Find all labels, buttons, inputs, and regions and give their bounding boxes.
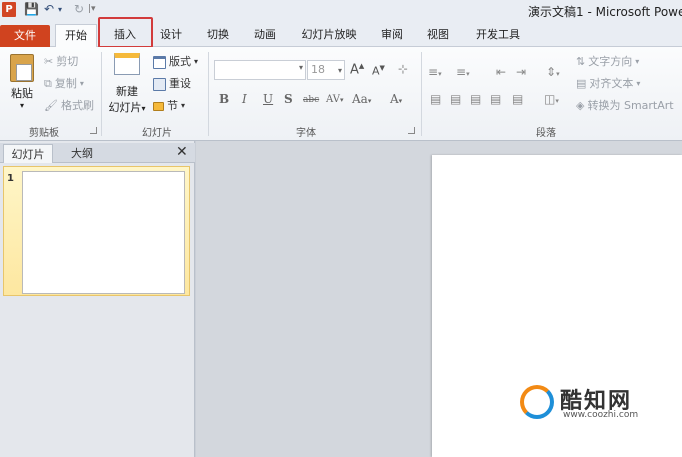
italic-icon[interactable]: I (242, 92, 247, 106)
tab-slides[interactable]: 幻灯片 (3, 144, 53, 163)
tab-view[interactable]: 视图 (422, 24, 454, 46)
smartart-icon: ◈ (576, 99, 585, 112)
clear-formatting-icon[interactable]: ⊹ (398, 62, 408, 76)
align-text-button[interactable]: ▤ 对齐文本 ▾ (576, 75, 640, 93)
format-painter-icon: 🖌 (44, 99, 58, 112)
new-slide-label-1: 新建 (116, 85, 138, 98)
group-separator (421, 52, 422, 136)
convert-smartart-label: 转换为 SmartArt (587, 99, 674, 112)
redo-icon[interactable]: ↻ (74, 1, 84, 18)
tab-animations[interactable]: 动画 (249, 24, 281, 46)
save-icon[interactable]: 💾 (24, 1, 39, 18)
change-case-icon[interactable]: Aa▾ (352, 92, 371, 106)
group-separator (208, 52, 209, 136)
strikethrough-icon[interactable]: abc (303, 95, 319, 105)
insert-tab-highlight-box (98, 17, 153, 48)
new-slide-label-2: 幻灯片▾ (108, 101, 146, 114)
undo-dropdown-icon[interactable]: ▾ (58, 1, 62, 18)
format-painter-button[interactable]: 🖌 格式刷 (44, 97, 94, 115)
tab-home[interactable]: 开始 (55, 24, 97, 48)
copy-icon: ⧉ (44, 77, 52, 90)
copy-label: 复制 (54, 77, 77, 90)
columns-icon[interactable]: ◫▾ (544, 92, 559, 106)
format-painter-label: 格式刷 (60, 99, 94, 112)
tab-review[interactable]: 审阅 (376, 24, 408, 46)
text-direction-label: 文字方向 (588, 55, 633, 68)
scissors-icon: ✂ (44, 55, 54, 68)
group-separator (101, 52, 102, 136)
paste-icon (10, 54, 34, 82)
text-direction-button[interactable]: ⇅ 文字方向 ▾ (576, 53, 639, 71)
new-slide-button[interactable]: 新建 幻灯片▾ (104, 53, 150, 115)
font-color-icon[interactable]: A▾ (390, 92, 402, 106)
undo-icon[interactable]: ↶ (44, 1, 54, 18)
reset-icon (153, 77, 166, 91)
section-button[interactable]: 节 ▾ (153, 97, 185, 115)
align-text-icon: ▤ (576, 77, 587, 90)
new-slide-icon (114, 53, 140, 75)
font-launcher-icon[interactable] (408, 127, 415, 134)
bold-icon[interactable]: B (219, 92, 229, 106)
paste-button[interactable]: 粘贴 ▾ (6, 54, 38, 110)
tab-slideshow[interactable]: 幻灯片放映 (298, 24, 360, 46)
copy-button[interactable]: ⧉ 复制 ▾ (44, 75, 84, 93)
paragraph-group-label: 段落 (536, 128, 556, 139)
increase-indent-icon[interactable]: ⇥ (516, 65, 526, 79)
grow-font-icon[interactable]: A▲ (350, 62, 364, 77)
numbering-icon[interactable]: ≡▾ (456, 65, 470, 79)
character-spacing-icon[interactable]: AV▾ (326, 94, 343, 105)
convert-smartart-button[interactable]: ◈ 转换为 SmartArt (576, 97, 674, 115)
tab-transitions[interactable]: 切换 (202, 24, 234, 46)
text-direction-icon: ⇅ (576, 55, 586, 68)
close-icon[interactable]: ✕ (176, 144, 188, 160)
cut-label: 剪切 (56, 55, 79, 68)
reset-label: 重设 (169, 77, 191, 90)
paste-label: 粘贴 (11, 87, 33, 100)
layout-icon (153, 55, 166, 69)
section-icon (153, 101, 164, 111)
window-title: 演示文稿1 - Microsoft Power (528, 5, 682, 19)
align-left-icon[interactable]: ▤ (430, 92, 441, 106)
font-name-select[interactable]: ▾ (214, 60, 306, 80)
shrink-font-icon[interactable]: A▼ (372, 64, 385, 78)
layout-label: 版式 (169, 55, 191, 68)
font-group-label: 字体 (296, 128, 316, 139)
cut-button[interactable]: ✂ 剪切 (44, 53, 78, 71)
clipboard-group-label: 剪贴板 (29, 128, 59, 139)
watermark-logo-icon (520, 385, 554, 419)
line-spacing-icon[interactable]: ⇕▾ (546, 65, 560, 79)
bullets-icon[interactable]: ≡▾ (428, 65, 442, 79)
slide-thumbnail[interactable] (22, 171, 185, 294)
justify-icon[interactable]: ▤ (490, 92, 501, 106)
align-center-icon[interactable]: ▤ (450, 92, 461, 106)
shadow-icon[interactable]: S (284, 92, 293, 106)
underline-icon[interactable]: U (263, 92, 273, 106)
slide-canvas[interactable] (432, 155, 682, 457)
layout-button[interactable]: 版式 ▾ (153, 53, 198, 71)
decrease-indent-icon[interactable]: ⇤ (496, 65, 506, 79)
font-size-select[interactable]: 18 ▾ (307, 60, 345, 80)
powerpoint-app-icon[interactable]: P (2, 2, 16, 17)
align-right-icon[interactable]: ▤ (470, 92, 481, 106)
distributed-icon[interactable]: ▤ (512, 92, 523, 106)
customize-icon[interactable]: |▾ (88, 1, 96, 18)
slide-number: 1 (7, 173, 14, 184)
clipboard-launcher-icon[interactable] (90, 127, 97, 134)
watermark-url: www.coozhi.com (563, 410, 639, 420)
paste-dropdown-icon: ▾ (19, 101, 24, 110)
tab-file[interactable]: 文件 (0, 25, 50, 47)
slides-group-label: 幻灯片 (142, 128, 172, 139)
tab-developer[interactable]: 开发工具 (470, 24, 526, 46)
align-text-label: 对齐文本 (589, 77, 634, 90)
section-label: 节 (167, 99, 178, 112)
reset-button[interactable]: 重设 (153, 75, 191, 93)
font-size-value: 18 (311, 63, 325, 76)
tab-outline[interactable]: 大纲 (57, 144, 107, 163)
tab-design[interactable]: 设计 (155, 24, 187, 46)
